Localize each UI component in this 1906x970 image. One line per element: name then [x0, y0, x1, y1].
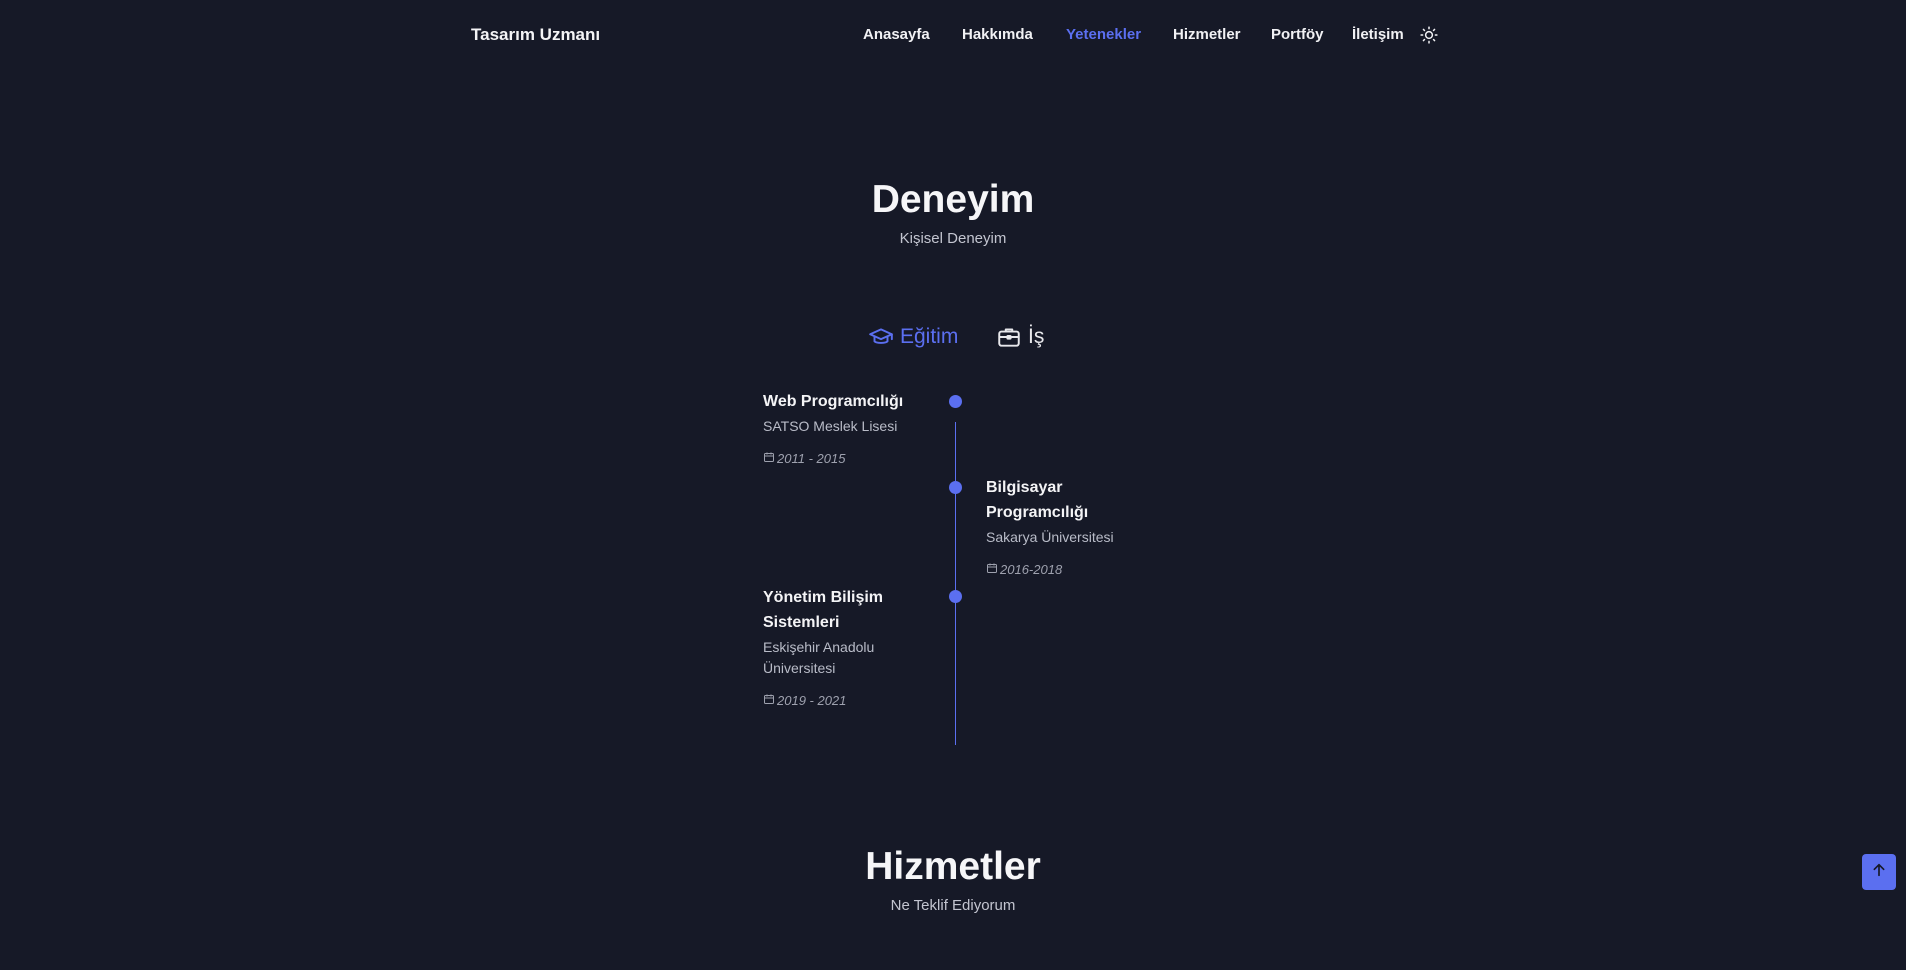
scroll-to-top-button[interactable]	[1862, 854, 1896, 890]
services-subtitle: Ne Teklif Ediyorum	[890, 897, 1016, 914]
timeline-dot	[949, 590, 962, 603]
experience-tabs: Eğitim İş	[0, 320, 1906, 356]
calendar-icon	[763, 451, 775, 466]
timeline-dot	[949, 395, 962, 408]
timeline-item-school: Sakarya Üniversitesi	[986, 529, 1114, 545]
timeline-item-date: 2019 - 2021	[763, 693, 913, 708]
experience-title: Deneyim	[871, 178, 1035, 221]
sun-icon[interactable]	[1420, 26, 1438, 44]
timeline-item-date: 2016-2018	[986, 562, 1146, 577]
site-header: Tasarım Uzmanı Anasayfa Hakkımda Yetenek…	[0, 0, 1906, 72]
graduation-cap-icon	[868, 324, 894, 350]
tab-education-label: Eğitim	[900, 325, 959, 348]
nav-link-about[interactable]: Hakkımda	[962, 26, 1033, 43]
timeline-item-title: Bilgisayar Programcılığı	[986, 479, 1089, 521]
timeline-item: Yönetim Bilişim Sistemleri Eskişehir Ana…	[763, 585, 913, 708]
arrow-up-icon	[1871, 862, 1887, 883]
briefcase-icon	[996, 324, 1022, 350]
calendar-icon	[763, 693, 775, 708]
experience-subtitle: Kişisel Deneyim	[899, 230, 1007, 247]
nav-link-home[interactable]: Anasayfa	[863, 26, 930, 43]
timeline-item-title: Web Programcılığı	[763, 393, 904, 410]
timeline-item: Web Programcılığı SATSO Meslek Lisesi 20…	[763, 389, 943, 466]
timeline-item: Bilgisayar Programcılığı Sakarya Ünivers…	[986, 475, 1146, 577]
nav-link-portfolio[interactable]: Portföy	[1271, 26, 1324, 43]
nav-link-services[interactable]: Hizmetler	[1173, 26, 1241, 43]
nav-link-contact[interactable]: İletişim	[1352, 26, 1404, 43]
nav-link-skills[interactable]: Yetenekler	[1066, 26, 1141, 43]
main-nav: Anasayfa Hakkımda Yetenekler Hizmetler P…	[0, 26, 1906, 48]
education-timeline: Web Programcılığı SATSO Meslek Lisesi 20…	[0, 0, 1906, 970]
calendar-icon	[986, 562, 998, 577]
timeline-item-school: SATSO Meslek Lisesi	[763, 418, 898, 434]
services-title: Hizmetler	[865, 845, 1041, 888]
tab-education[interactable]: Eğitim	[868, 324, 958, 350]
timeline-item-date: 2011 - 2015	[763, 451, 943, 466]
tab-work-label: İş	[1028, 325, 1045, 348]
timeline-dot	[949, 481, 962, 494]
timeline-item-school: Eskişehir Anadolu Üniversitesi	[763, 639, 875, 676]
tab-work[interactable]: İş	[996, 324, 1044, 350]
timeline-line	[955, 422, 956, 745]
timeline-item-title: Yönetim Bilişim Sistemleri	[763, 589, 884, 631]
